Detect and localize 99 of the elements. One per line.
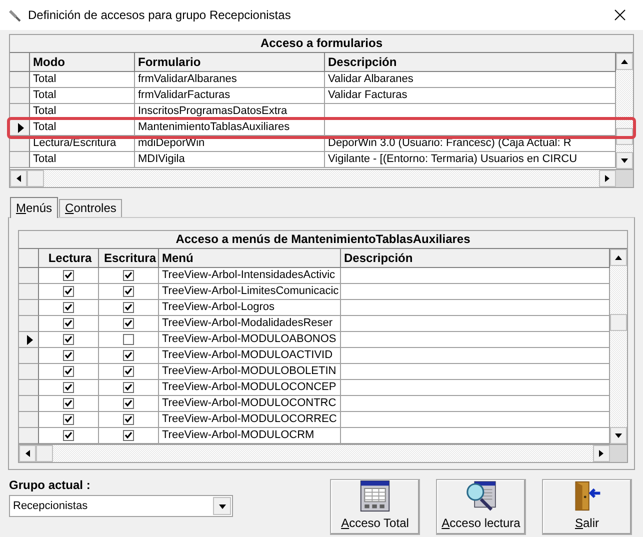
toolbar-button[interactable]: Salir <box>542 479 632 535</box>
vertical-scrollbar[interactable] <box>610 249 627 444</box>
table-cell: frmValidarFacturas <box>135 88 325 104</box>
table-cell: TreeView-Arbol-Logros <box>159 300 341 316</box>
checkbox[interactable] <box>63 286 74 297</box>
left-arrow-icon <box>24 450 31 457</box>
column-header: Escritura <box>99 249 159 268</box>
table-cell: TreeView-Arbol-MODULOACTIVID <box>159 348 341 364</box>
table-cell: Total <box>30 88 135 104</box>
checkbox[interactable] <box>123 382 134 393</box>
left-arrow-icon <box>15 175 22 182</box>
right-arrow-icon <box>604 175 611 182</box>
table-cell: Total <box>30 72 135 88</box>
scrollbar-corner <box>610 445 627 462</box>
group-dropdown[interactable]: Recepcionistas <box>9 495 233 517</box>
table-window-icon <box>359 480 391 512</box>
table-cell: TreeView-Arbol-MODULOCONCEP <box>159 380 341 396</box>
checkbox[interactable] <box>63 318 74 329</box>
down-arrow-icon <box>621 157 628 164</box>
checkbox[interactable] <box>123 350 134 361</box>
checkbox[interactable] <box>63 398 74 409</box>
checkbox[interactable] <box>123 366 134 377</box>
down-arrow-icon <box>615 432 622 439</box>
checkbox[interactable] <box>63 350 74 361</box>
table-cell: Total <box>30 104 135 120</box>
horizontal-scrollbar[interactable] <box>19 444 627 462</box>
toolbar-button[interactable]: Acceso lectura <box>436 479 526 535</box>
checkbox[interactable] <box>63 270 74 281</box>
scroll-up-button[interactable] <box>610 249 627 266</box>
scroll-thumb[interactable] <box>27 170 44 187</box>
table-cell: Lectura/Escritura <box>30 136 135 152</box>
window-title: Definición de accesos para grupo Recepcionistas <box>28 8 292 22</box>
app-icon <box>8 8 22 22</box>
door-exit-icon <box>572 480 602 512</box>
checkbox[interactable] <box>123 318 134 329</box>
close-icon <box>614 9 626 21</box>
column-header: Formulario <box>135 53 325 72</box>
horizontal-scrollbar[interactable] <box>10 169 633 187</box>
checkbox[interactable] <box>63 302 74 313</box>
table-cell: TreeView-Arbol-MODULOCONTRC <box>159 396 341 412</box>
checkbox[interactable] <box>123 302 134 313</box>
table-cell: Vigilante - [(Entorno: Termaria) Usuarios en CIRCU <box>325 152 616 168</box>
checkbox[interactable] <box>63 366 74 377</box>
checkbox[interactable] <box>123 334 134 345</box>
vertical-scrollbar[interactable] <box>616 53 633 169</box>
dropdown-button[interactable] <box>213 497 231 515</box>
scroll-left-button[interactable] <box>19 445 36 462</box>
grid-caption: Acceso a menús de MantenimientoTablasAuxiliares <box>19 231 627 249</box>
current-row-icon <box>17 122 25 132</box>
table-cell: TreeView-Arbol-MODULOABONOS <box>159 332 341 348</box>
scroll-right-button[interactable] <box>599 170 616 187</box>
row-selector[interactable] <box>19 332 39 348</box>
checkbox[interactable] <box>63 414 74 425</box>
scroll-thumb[interactable] <box>36 445 53 462</box>
scroll-right-button[interactable] <box>593 445 610 462</box>
scroll-thumb[interactable] <box>610 314 627 331</box>
table-cell: InscritosProgramasDatosExtra <box>135 104 325 120</box>
column-header: Descripción <box>325 53 616 72</box>
column-header: Descripción <box>341 249 610 268</box>
checkbox[interactable] <box>123 414 134 425</box>
toolbar-button[interactable]: Acceso Total <box>330 479 420 535</box>
checkbox[interactable] <box>63 430 74 441</box>
tab[interactable]: Menús <box>10 197 58 218</box>
group-label: Grupo actual : <box>9 478 92 492</box>
scrollbar-corner <box>616 170 633 187</box>
table-cell: TreeView-Arbol-ModalidadesReser <box>159 316 341 332</box>
column-header: Lectura <box>39 249 99 268</box>
table-cell: MDIVigila <box>135 152 325 168</box>
current-row-icon <box>26 334 34 344</box>
table-cell: Total <box>30 152 135 168</box>
table-cell: Total <box>30 120 135 136</box>
row-selector[interactable] <box>10 120 30 136</box>
checkbox[interactable] <box>123 430 134 441</box>
scroll-down-button[interactable] <box>616 152 633 169</box>
column-header: Menú <box>159 249 341 268</box>
scroll-down-button[interactable] <box>610 427 627 444</box>
checkbox[interactable] <box>123 270 134 281</box>
table-cell: TreeView-Arbol-MODULOBOLETIN <box>159 364 341 380</box>
scroll-up-button[interactable] <box>616 53 633 70</box>
up-arrow-icon <box>621 58 628 65</box>
table-cell: TreeView-Arbol-LimitesComunicacic <box>159 284 341 300</box>
tab[interactable]: Controles <box>59 199 122 217</box>
grid-caption: Acceso a formularios <box>10 35 633 53</box>
down-arrow-icon <box>218 502 226 510</box>
column-header: Modo <box>30 53 135 72</box>
checkbox[interactable] <box>123 398 134 409</box>
table-cell: TreeView-Arbol-IntensidadesActivic <box>159 268 341 284</box>
table-cell: Validar Albaranes <box>325 72 616 88</box>
table-cell: frmValidarAlbaranes <box>135 72 325 88</box>
checkbox[interactable] <box>63 334 74 345</box>
table-cell: MantenimientoTablasAuxiliares <box>135 120 325 136</box>
checkbox[interactable] <box>63 382 74 393</box>
table-cell: mdiDeporWin <box>135 136 325 152</box>
scroll-left-button[interactable] <box>10 170 27 187</box>
checkbox[interactable] <box>123 286 134 297</box>
table-cell: Validar Facturas <box>325 88 616 104</box>
table-cell: TreeView-Arbol-MODULOCORREC <box>159 412 341 428</box>
right-arrow-icon <box>598 450 605 457</box>
up-arrow-icon <box>615 254 622 261</box>
